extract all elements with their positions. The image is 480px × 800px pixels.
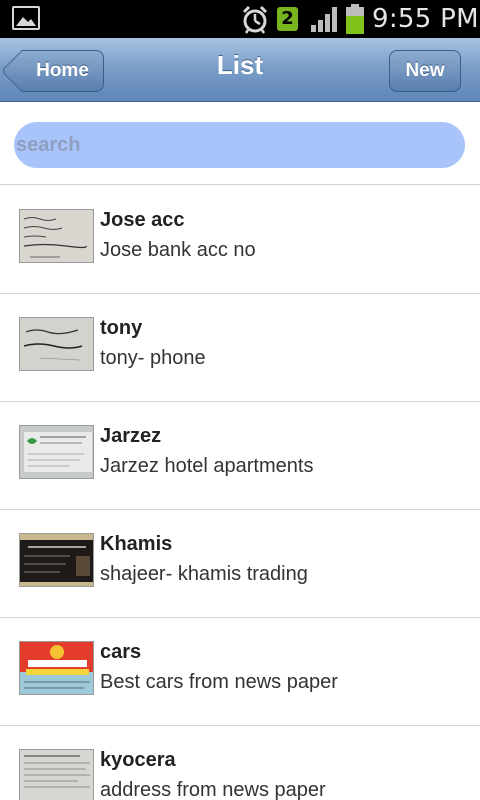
battery-icon: [346, 4, 364, 34]
item-title: kyocera: [100, 749, 176, 771]
new-button[interactable]: New: [389, 50, 461, 92]
item-thumbnail: [19, 209, 94, 263]
item-thumbnail: [19, 533, 94, 587]
status-bar: 2 9:55 PM: [0, 0, 480, 38]
item-title: Khamis: [100, 533, 173, 555]
signal-icon: [310, 5, 342, 33]
list-item[interactable]: tony tony- phone: [0, 294, 480, 402]
list-item[interactable]: Khamis shajeer- khamis trading: [0, 510, 480, 618]
item-title: cars: [100, 641, 142, 663]
item-subtitle: Jarzez hotel apartments: [100, 455, 314, 477]
search-input[interactable]: [14, 122, 465, 168]
item-thumbnail: [19, 425, 94, 479]
item-subtitle: Best cars from news paper: [100, 671, 338, 693]
item-thumbnail: [19, 749, 94, 800]
item-title: Jose acc: [100, 209, 185, 231]
item-title: Jarzez: [100, 425, 162, 447]
search-bar: [0, 103, 480, 185]
item-thumbnail: [19, 317, 94, 371]
list-item[interactable]: Jarzez Jarzez hotel apartments: [0, 402, 480, 510]
header-bar: Home List New: [0, 38, 480, 102]
item-subtitle: tony- phone: [100, 347, 206, 369]
item-thumbnail: [19, 641, 94, 695]
item-subtitle: Jose bank acc no: [100, 239, 256, 261]
item-title: tony: [100, 317, 143, 339]
gallery-icon: [12, 6, 40, 30]
item-subtitle: address from news paper: [100, 779, 326, 800]
notification-count-badge: 2: [277, 7, 298, 31]
list-item[interactable]: kyocera address from news paper: [0, 726, 480, 800]
status-time: 9:55 PM: [372, 4, 479, 34]
alarm-icon: [241, 4, 269, 34]
item-subtitle: shajeer- khamis trading: [100, 563, 308, 585]
list-item[interactable]: Jose acc Jose bank acc no: [0, 186, 480, 294]
list-item[interactable]: cars Best cars from news paper: [0, 618, 480, 726]
item-list: Jose acc Jose bank acc no tony tony- pho…: [0, 186, 480, 800]
